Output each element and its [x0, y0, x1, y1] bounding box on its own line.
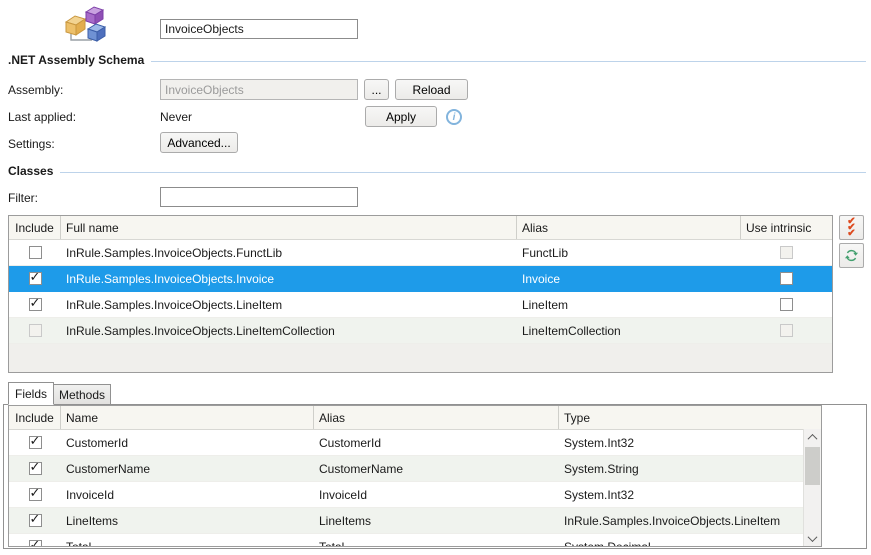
- class-row-lineitemcollection[interactable]: InRule.Samples.InvoiceObjects.LineItemCo…: [9, 318, 832, 344]
- scrollbar-down-button[interactable]: [804, 530, 821, 546]
- include-checkbox[interactable]: [29, 514, 42, 527]
- field-row-invoiceid[interactable]: InvoiceId InvoiceId System.Int32: [9, 482, 804, 508]
- field-type: System.Decimal: [559, 540, 804, 548]
- info-icon[interactable]: i: [446, 109, 462, 125]
- refresh-icon: [844, 248, 859, 263]
- field-alias: Total: [314, 540, 559, 548]
- col-header-full-name: Full name: [61, 216, 517, 239]
- field-type: InRule.Samples.InvoiceObjects.LineItem: [559, 514, 804, 528]
- include-checkbox[interactable]: [29, 298, 42, 311]
- col-header-include: Include: [9, 406, 61, 429]
- scrollbar-thumb[interactable]: [805, 447, 820, 485]
- class-full-name: InRule.Samples.InvoiceObjects.Invoice: [61, 272, 517, 286]
- field-type: System.Int32: [559, 488, 804, 502]
- use-intrinsic-checkbox: [780, 324, 793, 337]
- include-checkbox[interactable]: [29, 462, 42, 475]
- use-intrinsic-checkbox[interactable]: [780, 272, 793, 285]
- filter-label: Filter:: [8, 191, 38, 205]
- class-row-functlib[interactable]: InRule.Samples.InvoiceObjects.FunctLib F…: [9, 240, 832, 266]
- class-row-invoice[interactable]: InRule.Samples.InvoiceObjects.Invoice In…: [9, 266, 832, 292]
- include-checkbox[interactable]: [29, 540, 42, 547]
- refresh-classes-button[interactable]: [839, 243, 864, 268]
- advanced-settings-button[interactable]: Advanced...: [160, 132, 238, 153]
- classes-table-header: Include Full name Alias Use intrinsic: [9, 216, 832, 240]
- tab-fields[interactable]: Fields: [8, 382, 54, 405]
- classes-table: Include Full name Alias Use intrinsic In…: [8, 215, 833, 373]
- classes-section-header: Classes: [8, 164, 866, 178]
- class-alias: LineItem: [517, 298, 741, 312]
- apply-class-includes-button[interactable]: ✔✔✔: [839, 215, 864, 240]
- purple-cube: [86, 7, 103, 24]
- class-alias: FunctLib: [517, 246, 741, 260]
- classes-table-empty-area: [9, 344, 832, 372]
- last-applied-value: Never: [160, 110, 192, 124]
- fields-tab-panel: Include Name Alias Type CustomerId Custo…: [3, 404, 867, 549]
- class-row-lineitem[interactable]: InRule.Samples.InvoiceObjects.LineItem L…: [9, 292, 832, 318]
- class-full-name: InRule.Samples.InvoiceObjects.FunctLib: [61, 246, 517, 260]
- field-name: InvoiceId: [61, 488, 314, 502]
- field-name: LineItems: [61, 514, 314, 528]
- field-row-total[interactable]: Total Total System.Decimal: [9, 534, 804, 547]
- include-checkbox[interactable]: [29, 436, 42, 449]
- fields-table-header: Include Name Alias Type: [9, 406, 821, 430]
- tab-methods[interactable]: Methods: [54, 384, 111, 405]
- fields-table: Include Name Alias Type CustomerId Custo…: [8, 405, 822, 547]
- scrollbar-up-button[interactable]: [804, 429, 821, 445]
- field-name: CustomerId: [61, 436, 314, 450]
- browse-assembly-button[interactable]: ...: [364, 79, 389, 100]
- assembly-label: Assembly:: [8, 83, 63, 97]
- class-full-name: InRule.Samples.InvoiceObjects.LineItemCo…: [61, 324, 517, 338]
- assembly-section-title: .NET Assembly Schema: [8, 53, 144, 67]
- field-alias: CustomerId: [314, 436, 559, 450]
- section-divider-line: [151, 61, 866, 62]
- include-checkbox[interactable]: [29, 246, 42, 259]
- entity-name-input[interactable]: [160, 19, 358, 39]
- col-header-use-intrinsic: Use intrinsic: [741, 216, 832, 239]
- triple-red-checkmarks-icon: ✔✔✔: [847, 219, 855, 237]
- schema-cubes-icon: [62, 5, 108, 45]
- col-header-include: Include: [9, 216, 61, 239]
- chevron-up-icon: [808, 433, 818, 443]
- orange-cube: [66, 16, 85, 35]
- section-divider-line: [60, 172, 866, 173]
- classes-section-title: Classes: [8, 164, 53, 178]
- class-full-name: InRule.Samples.InvoiceObjects.LineItem: [61, 298, 517, 312]
- blue-cube: [88, 24, 105, 41]
- field-name: CustomerName: [61, 462, 314, 476]
- use-intrinsic-checkbox[interactable]: [780, 298, 793, 311]
- settings-label: Settings:: [8, 137, 55, 151]
- class-filter-input[interactable]: [160, 187, 358, 207]
- field-name: Total: [61, 540, 314, 548]
- include-checkbox[interactable]: [29, 272, 42, 285]
- field-alias: LineItems: [314, 514, 559, 528]
- assembly-section-header: .NET Assembly Schema: [8, 53, 866, 67]
- chevron-down-icon: [808, 532, 818, 542]
- field-alias: InvoiceId: [314, 488, 559, 502]
- field-row-lineitems[interactable]: LineItems LineItems InRule.Samples.Invoi…: [9, 508, 804, 534]
- class-alias: LineItemCollection: [517, 324, 741, 338]
- class-alias: Invoice: [517, 272, 741, 286]
- field-type: System.Int32: [559, 436, 804, 450]
- field-row-customername[interactable]: CustomerName CustomerName System.String: [9, 456, 804, 482]
- field-row-customerid[interactable]: CustomerId CustomerId System.Int32: [9, 430, 804, 456]
- col-header-alias: Alias: [314, 406, 559, 429]
- reload-button[interactable]: Reload: [395, 79, 468, 100]
- field-alias: CustomerName: [314, 462, 559, 476]
- col-header-alias: Alias: [517, 216, 741, 239]
- include-checkbox: [29, 324, 42, 337]
- last-applied-label: Last applied:: [8, 110, 76, 124]
- apply-button[interactable]: Apply: [365, 106, 437, 127]
- include-checkbox[interactable]: [29, 488, 42, 501]
- col-header-type: Type: [559, 406, 804, 429]
- col-header-name: Name: [61, 406, 314, 429]
- fields-scrollbar[interactable]: [803, 429, 821, 546]
- field-type: System.String: [559, 462, 804, 476]
- assembly-path-input: [160, 79, 358, 100]
- use-intrinsic-checkbox: [780, 246, 793, 259]
